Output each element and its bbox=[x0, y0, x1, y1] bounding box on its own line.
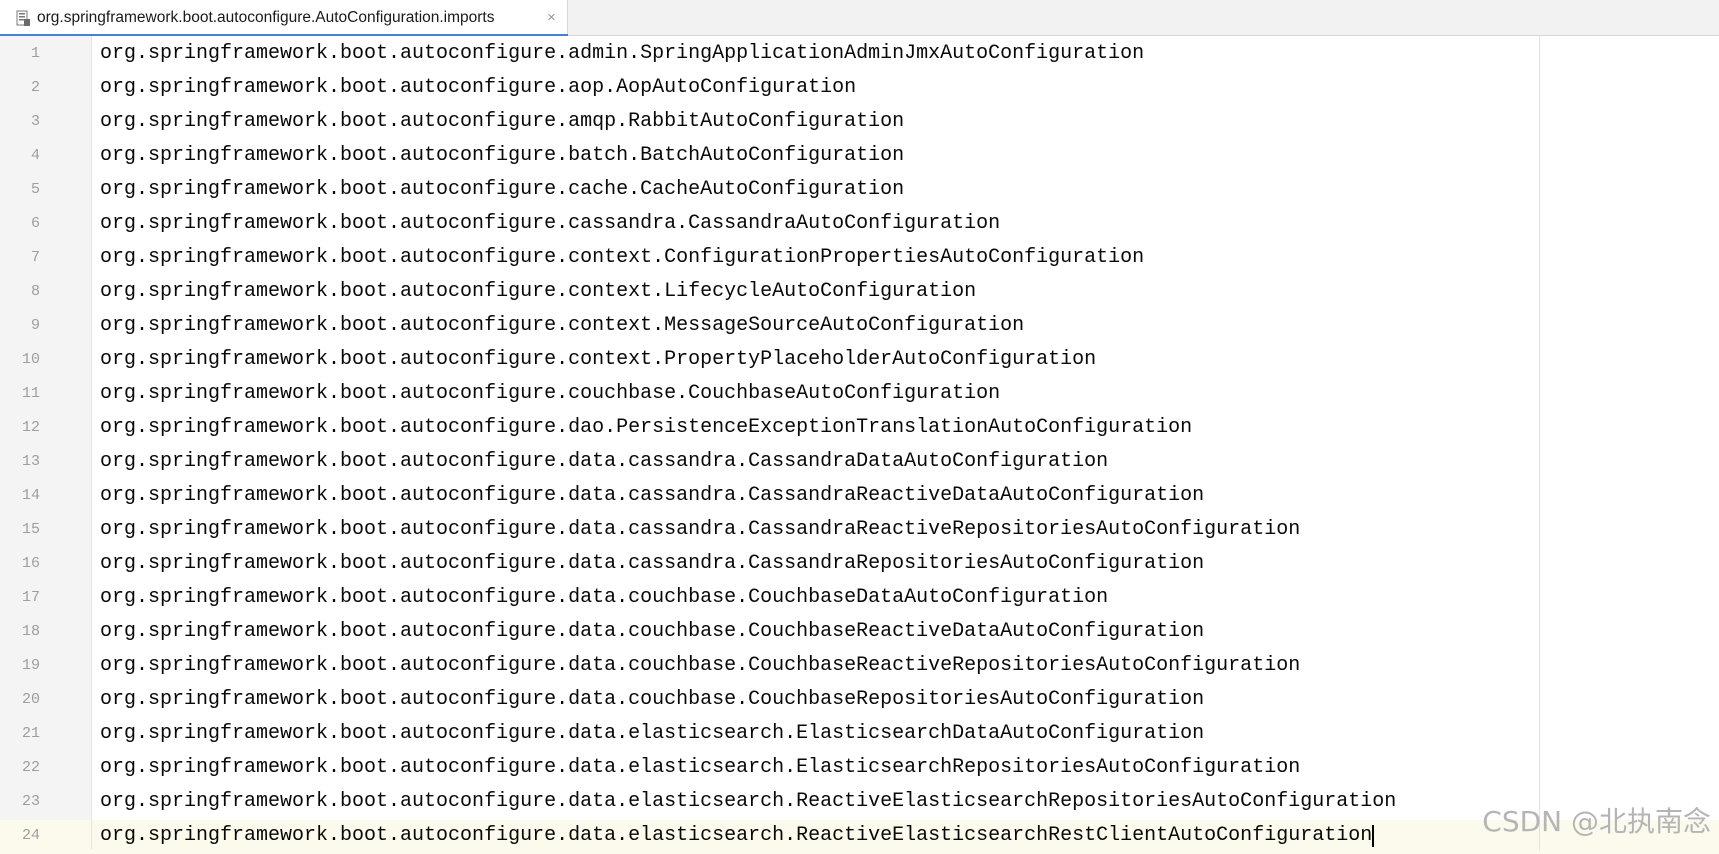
line-number: 21 bbox=[0, 725, 40, 742]
file-tab[interactable]: org.springframework.boot.autoconfigure.A… bbox=[0, 0, 568, 36]
code-line[interactable]: 4 org.springframework.boot.autoconfigure.… bbox=[0, 140, 1719, 174]
line-number: 24 bbox=[0, 827, 40, 844]
code-line[interactable]: 14 org.springframework.boot.autoconfigure… bbox=[0, 480, 1719, 514]
line-text[interactable]: org.springframework.boot.autoconfigure.b… bbox=[100, 145, 904, 167]
line-number: 16 bbox=[0, 555, 40, 572]
code-line[interactable]: 24 org.springframework.boot.autoconfigure… bbox=[0, 820, 1719, 854]
code-line[interactable]: 21 org.springframework.boot.autoconfigure… bbox=[0, 718, 1719, 752]
line-number: 9 bbox=[0, 317, 40, 334]
code-line[interactable]: 17 org.springframework.boot.autoconfigure… bbox=[0, 582, 1719, 616]
line-number: 22 bbox=[0, 759, 40, 776]
line-text[interactable]: org.springframework.boot.autoconfigure.a… bbox=[100, 43, 1144, 65]
line-text[interactable]: org.springframework.boot.autoconfigure.c… bbox=[100, 247, 1144, 269]
line-text[interactable]: org.springframework.boot.autoconfigure.c… bbox=[100, 213, 1000, 235]
line-text[interactable]: org.springframework.boot.autoconfigure.d… bbox=[100, 655, 1300, 677]
line-text[interactable]: org.springframework.boot.autoconfigure.d… bbox=[100, 519, 1300, 541]
line-number: 20 bbox=[0, 691, 40, 708]
line-text[interactable]: org.springframework.boot.autoconfigure.d… bbox=[100, 621, 1204, 643]
line-number: 8 bbox=[0, 283, 40, 300]
watermark: CSDN @北执南念 bbox=[1482, 800, 1711, 840]
code-line[interactable]: 23 org.springframework.boot.autoconfigure… bbox=[0, 786, 1719, 820]
code-editor[interactable]: 1 org.springframework.boot.autoconfigure.… bbox=[0, 36, 1719, 850]
code-line[interactable]: 15 org.springframework.boot.autoconfigure… bbox=[0, 514, 1719, 548]
line-text[interactable]: org.springframework.boot.autoconfigure.c… bbox=[100, 179, 904, 201]
line-number: 11 bbox=[0, 385, 40, 402]
properties-file-icon bbox=[16, 10, 30, 26]
line-text[interactable]: org.springframework.boot.autoconfigure.d… bbox=[100, 553, 1204, 575]
code-line[interactable]: 3 org.springframework.boot.autoconfigure.… bbox=[0, 106, 1719, 140]
line-text[interactable]: org.springframework.boot.autoconfigure.c… bbox=[100, 383, 1000, 405]
line-number: 18 bbox=[0, 623, 40, 640]
code-line[interactable]: 10 org.springframework.boot.autoconfigure… bbox=[0, 344, 1719, 378]
line-number: 19 bbox=[0, 657, 40, 674]
code-line[interactable]: 6 org.springframework.boot.autoconfigure.… bbox=[0, 208, 1719, 242]
code-line[interactable]: 19 org.springframework.boot.autoconfigure… bbox=[0, 650, 1719, 684]
line-number: 12 bbox=[0, 419, 40, 436]
code-line[interactable]: 8 org.springframework.boot.autoconfigure.… bbox=[0, 276, 1719, 310]
code-line[interactable]: 7 org.springframework.boot.autoconfigure.… bbox=[0, 242, 1719, 276]
line-text[interactable]: org.springframework.boot.autoconfigure.c… bbox=[100, 281, 976, 303]
line-text[interactable]: org.springframework.boot.autoconfigure.d… bbox=[100, 791, 1396, 813]
tab-close-icon[interactable]: × bbox=[547, 9, 556, 27]
code-line[interactable]: 9 org.springframework.boot.autoconfigure.… bbox=[0, 310, 1719, 344]
line-text[interactable]: org.springframework.boot.autoconfigure.a… bbox=[100, 77, 856, 99]
line-text[interactable]: org.springframework.boot.autoconfigure.d… bbox=[100, 485, 1204, 507]
line-text[interactable]: org.springframework.boot.autoconfigure.c… bbox=[100, 349, 1096, 371]
code-line[interactable]: 13 org.springframework.boot.autoconfigure… bbox=[0, 446, 1719, 480]
code-line[interactable]: 2 org.springframework.boot.autoconfigure.… bbox=[0, 72, 1719, 106]
line-number: 7 bbox=[0, 249, 40, 266]
code-line[interactable]: 11 org.springframework.boot.autoconfigure… bbox=[0, 378, 1719, 412]
line-text[interactable]: org.springframework.boot.autoconfigure.a… bbox=[100, 111, 904, 133]
line-number: 4 bbox=[0, 147, 40, 164]
code-line[interactable]: 22 org.springframework.boot.autoconfigure… bbox=[0, 752, 1719, 786]
line-text[interactable]: org.springframework.boot.autoconfigure.d… bbox=[100, 825, 1374, 847]
line-number: 10 bbox=[0, 351, 40, 368]
line-number: 5 bbox=[0, 181, 40, 198]
line-text[interactable]: org.springframework.boot.autoconfigure.d… bbox=[100, 417, 1192, 439]
line-number: 23 bbox=[0, 793, 40, 810]
code-line[interactable]: 16 org.springframework.boot.autoconfigure… bbox=[0, 548, 1719, 582]
line-text[interactable]: org.springframework.boot.autoconfigure.d… bbox=[100, 451, 1108, 473]
line-number: 2 bbox=[0, 79, 40, 96]
line-text[interactable]: org.springframework.boot.autoconfigure.d… bbox=[100, 689, 1204, 711]
code-line[interactable]: 20 org.springframework.boot.autoconfigure… bbox=[0, 684, 1719, 718]
code-line[interactable]: 12 org.springframework.boot.autoconfigure… bbox=[0, 412, 1719, 446]
line-number: 13 bbox=[0, 453, 40, 470]
line-number: 15 bbox=[0, 521, 40, 538]
text-caret bbox=[1372, 825, 1374, 847]
line-number: 1 bbox=[0, 45, 40, 62]
line-text[interactable]: org.springframework.boot.autoconfigure.d… bbox=[100, 757, 1300, 779]
line-text[interactable]: org.springframework.boot.autoconfigure.c… bbox=[100, 315, 1024, 337]
line-text[interactable]: org.springframework.boot.autoconfigure.d… bbox=[100, 587, 1108, 609]
code-line[interactable]: 1 org.springframework.boot.autoconfigure.… bbox=[0, 38, 1719, 72]
editor-tab-bar: org.springframework.boot.autoconfigure.A… bbox=[0, 0, 1719, 36]
tab-title: org.springframework.boot.autoconfigure.A… bbox=[37, 9, 495, 27]
line-number: 17 bbox=[0, 589, 40, 606]
line-number: 3 bbox=[0, 113, 40, 130]
code-line[interactable]: 18 org.springframework.boot.autoconfigure… bbox=[0, 616, 1719, 650]
code-line[interactable]: 5 org.springframework.boot.autoconfigure.… bbox=[0, 174, 1719, 208]
line-number: 14 bbox=[0, 487, 40, 504]
line-number: 6 bbox=[0, 215, 40, 232]
line-text[interactable]: org.springframework.boot.autoconfigure.d… bbox=[100, 723, 1204, 745]
